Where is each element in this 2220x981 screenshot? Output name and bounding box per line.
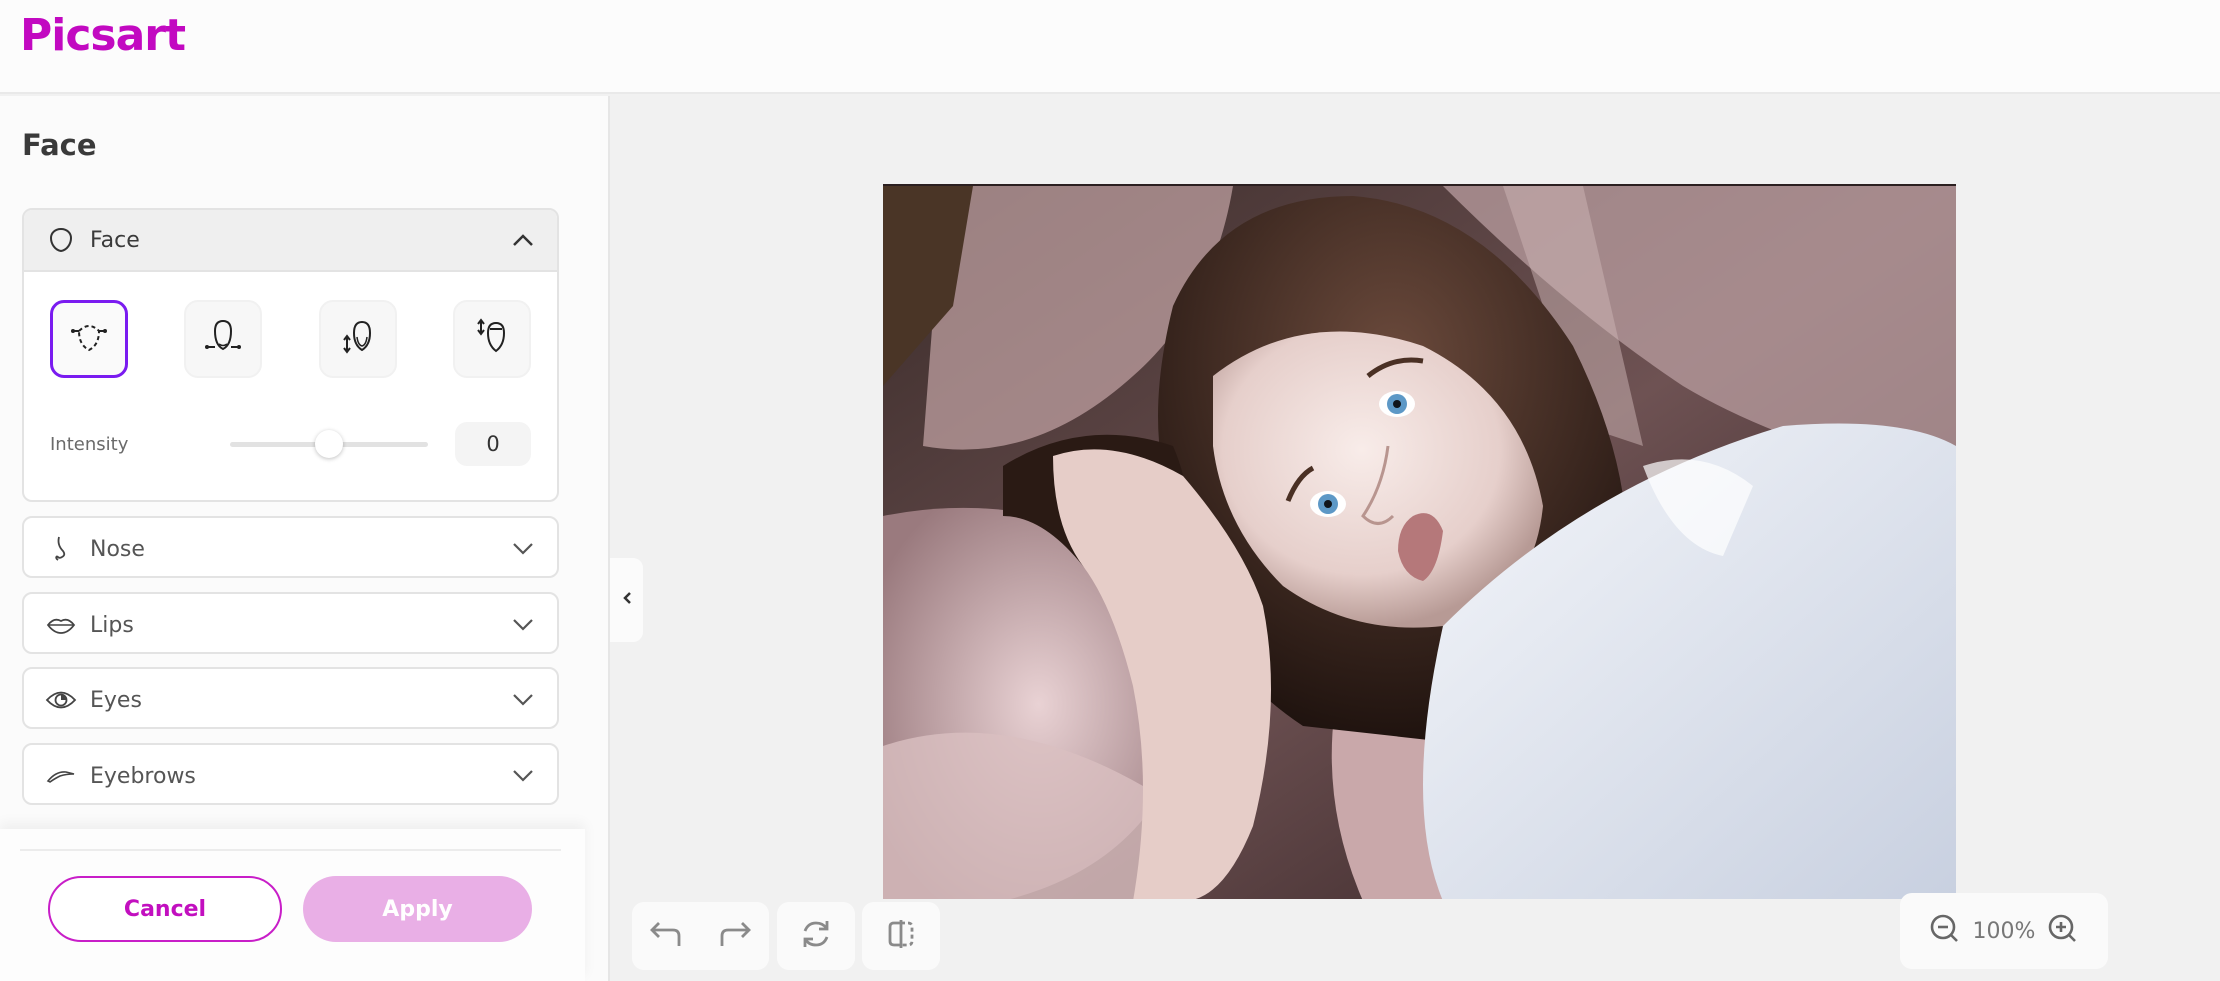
chevron-down-icon [509,686,537,714]
accordion-label: Eyes [90,687,142,713]
jaw-width-icon [203,317,243,361]
intensity-slider[interactable] [230,424,428,464]
chevron-up-icon [509,226,537,254]
chevron-down-icon [509,535,537,563]
forehead-height-button[interactable] [452,300,531,378]
history-toolbar [632,902,769,970]
undo-button[interactable] [641,911,691,961]
cancel-button[interactable]: Cancel [48,876,282,942]
accordion-eyes[interactable]: Eyes [22,667,559,729]
accordion-face: Face Intensity 0 [22,208,559,502]
intensity-value-input[interactable]: 0 [455,422,531,466]
photo-canvas[interactable] [883,184,1956,899]
zoom-level: 100% [1972,918,2036,944]
undo-icon [647,918,685,954]
reset-icon [799,917,833,955]
accordion-label: Face [90,227,140,253]
accordion-label: Eyebrows [90,763,196,789]
reset-button[interactable] [791,911,841,961]
face-width-button[interactable] [50,300,128,378]
redo-icon [716,918,754,954]
top-bar: Picsart [0,0,2220,94]
accordion-label: Lips [90,612,134,638]
face-width-icon [69,317,109,361]
jaw-width-button[interactable] [184,300,263,378]
chevron-left-icon [621,590,633,610]
panel-title: Face [22,128,97,162]
zoom-toolbar: 100% [1900,893,2108,969]
zoom-out-icon [1928,912,1962,950]
accordion-face-header[interactable]: Face [24,210,557,272]
chin-height-icon [338,317,378,361]
panel-footer: Cancel Apply [0,829,585,981]
compare-icon [884,917,918,955]
intensity-control: Intensity 0 [50,420,531,468]
forehead-height-icon [472,317,512,361]
zoom-in-icon [2046,912,2080,950]
picsart-logo[interactable]: Picsart [20,10,186,61]
accordion-nose-header[interactable]: Nose [24,518,557,580]
intensity-label: Intensity [50,433,129,455]
accordion-nose[interactable]: Nose [22,516,559,578]
face-outline-icon [44,223,78,257]
nose-icon [44,532,78,566]
portrait-image [883,186,1956,899]
compare-button[interactable] [876,911,926,961]
accordion-label: Nose [90,536,145,562]
accordion-eyes-header[interactable]: Eyes [24,669,557,731]
collapse-panel-button[interactable] [610,558,643,642]
compare-toolbar [862,902,940,970]
chevron-down-icon [509,611,537,639]
accordion-lips-header[interactable]: Lips [24,594,557,656]
reset-toolbar [777,902,855,970]
zoom-in-button[interactable] [2038,906,2088,956]
chevron-down-icon [509,762,537,790]
apply-button[interactable]: Apply [303,876,532,942]
redo-button[interactable] [710,911,760,961]
accordion-eyebrows[interactable]: Eyebrows [22,743,559,805]
accordion-lips[interactable]: Lips [22,592,559,654]
footer-divider [20,849,561,851]
face-tool-group [50,300,531,378]
slider-thumb[interactable] [315,430,343,458]
eyebrow-icon [44,759,78,793]
eye-icon [44,683,78,717]
zoom-out-button[interactable] [1920,906,1970,956]
accordion-eyebrows-header[interactable]: Eyebrows [24,745,557,807]
chin-height-button[interactable] [318,300,397,378]
lips-icon [44,608,78,642]
